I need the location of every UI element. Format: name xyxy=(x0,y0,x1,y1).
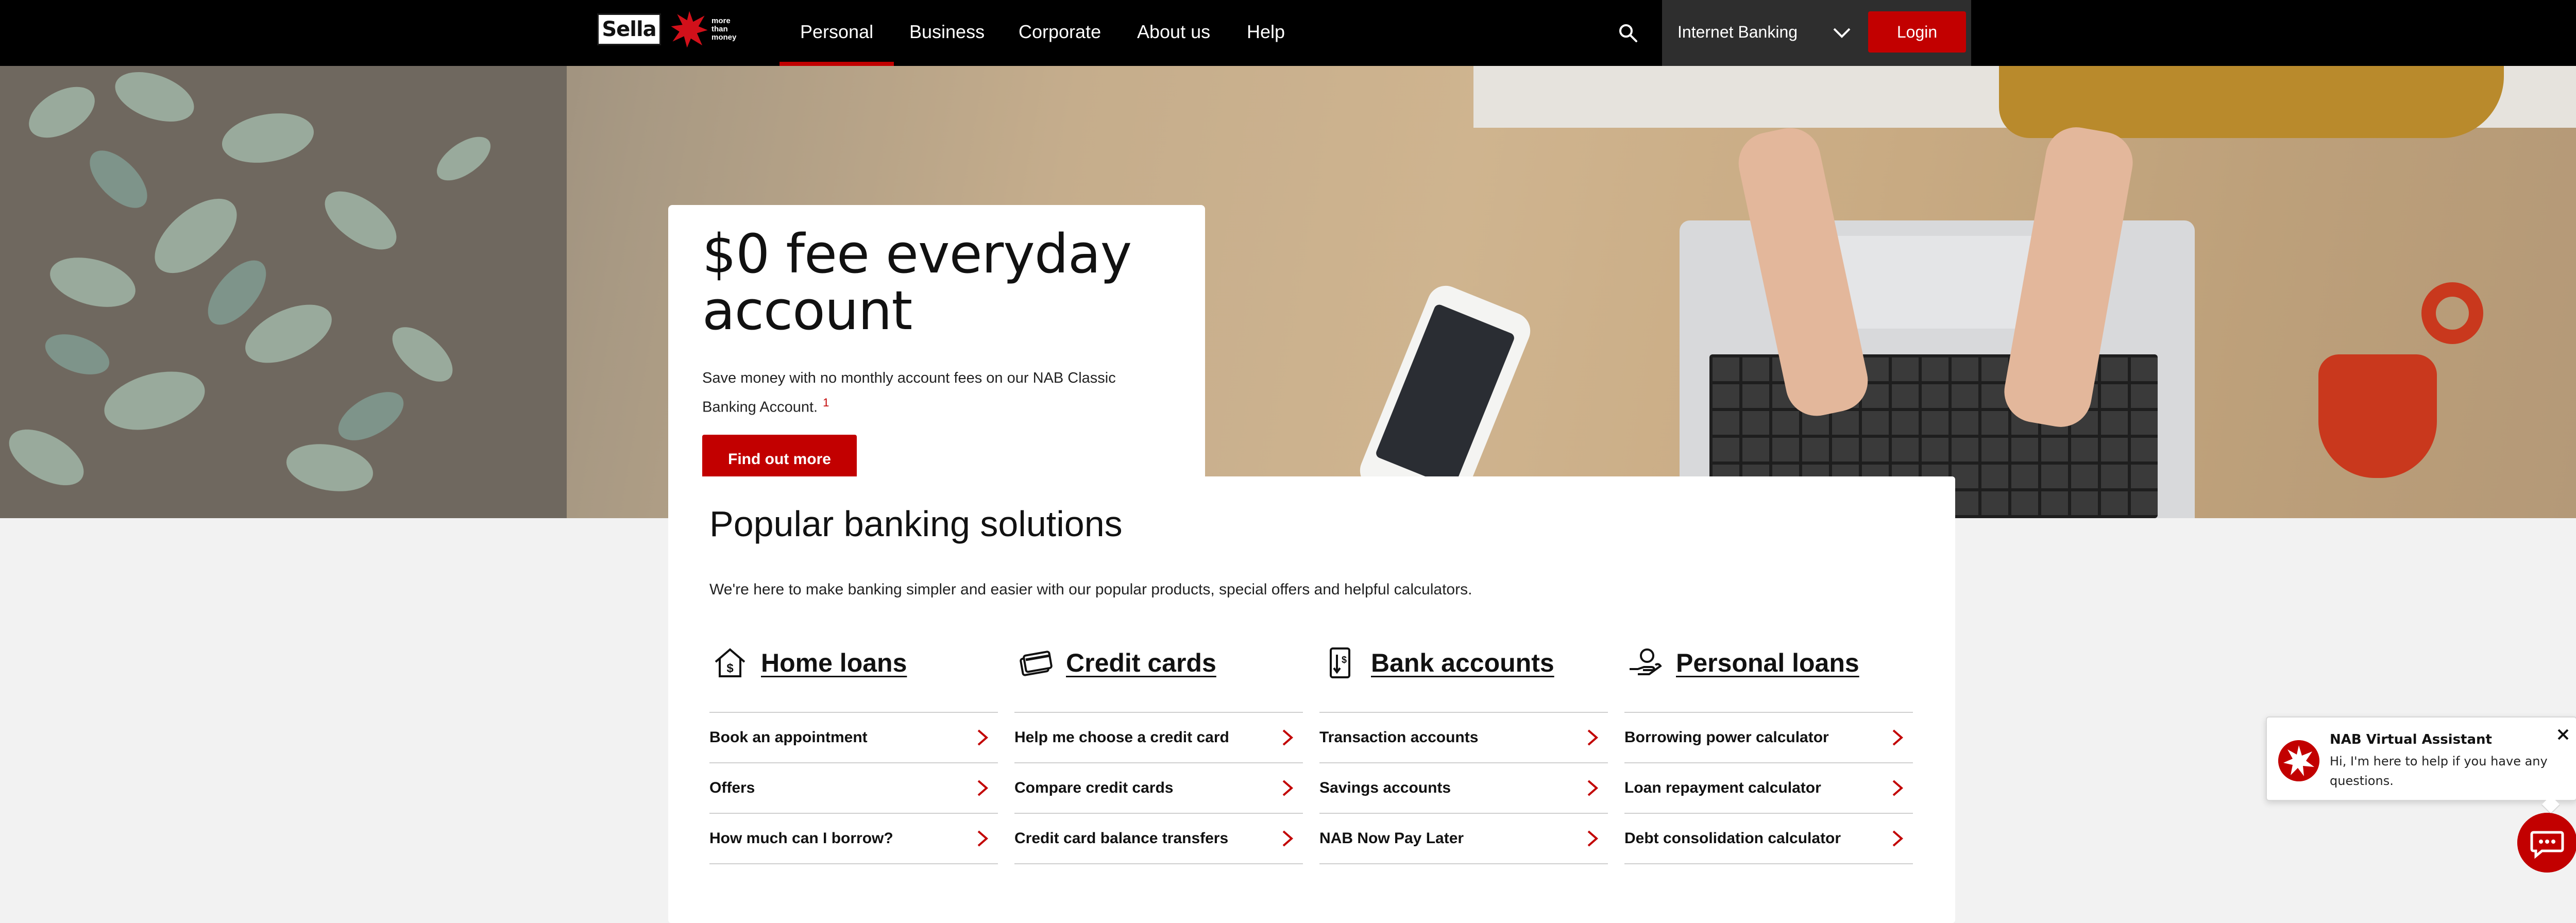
link-label: Loan repayment calculator xyxy=(1624,779,1821,796)
chevron-right-icon xyxy=(1587,729,1599,746)
svg-text:$: $ xyxy=(726,661,734,675)
promo-card: $0 fee everyday account Save money with … xyxy=(668,205,1205,510)
login-button[interactable]: Login xyxy=(1868,11,1966,53)
chevron-right-icon xyxy=(1587,780,1599,796)
link-label: Compare credit cards xyxy=(1014,779,1174,796)
bank-transfer-icon: $ xyxy=(1330,647,1350,678)
list-item[interactable]: Borrowing power calculator xyxy=(1624,713,1913,763)
chevron-right-icon xyxy=(1587,830,1599,847)
star-logo-icon xyxy=(671,11,708,48)
svg-text:$: $ xyxy=(1342,655,1347,665)
list-item[interactable]: Offers xyxy=(709,763,998,814)
list-item[interactable]: How much can I borrow? xyxy=(709,814,998,864)
credit-card-icon xyxy=(1020,651,1053,676)
link-label: Savings accounts xyxy=(1319,779,1451,796)
column-personal-loans: Personal loans Borrowing power calculato… xyxy=(1624,635,1913,864)
nav-personal[interactable]: Personal xyxy=(779,0,894,66)
list-item[interactable]: Debt consolidation calculator xyxy=(1624,814,1913,864)
search-icon[interactable] xyxy=(1618,23,1638,43)
list-item[interactable]: NAB Now Pay Later xyxy=(1319,814,1608,864)
close-icon[interactable] xyxy=(2555,727,2571,742)
chevron-right-icon xyxy=(977,729,989,746)
nav-business[interactable]: Business xyxy=(909,0,985,66)
virtual-assistant-popup: NAB Virtual Assistant Hi, I'm here to he… xyxy=(2266,716,2576,801)
section-intro: We're here to make banking simpler and e… xyxy=(709,581,1472,598)
list-item[interactable]: Savings accounts xyxy=(1319,763,1608,814)
chevron-right-icon xyxy=(1282,780,1294,796)
chevron-right-icon xyxy=(1282,830,1294,847)
list-item[interactable]: Book an appointment xyxy=(709,713,998,763)
chevron-right-icon xyxy=(1282,729,1294,746)
link-label: Debt consolidation calculator xyxy=(1624,830,1841,847)
internet-banking-dropdown[interactable]: Internet Banking xyxy=(1677,0,1798,64)
hand-coin-icon xyxy=(1630,648,1662,675)
nav-about-us[interactable]: About us xyxy=(1137,0,1210,66)
bank-accounts-link[interactable]: Bank accounts xyxy=(1371,648,1554,678)
chevron-down-icon[interactable] xyxy=(1832,26,1852,40)
column-credit-cards: Credit cards Help me choose a credit car… xyxy=(1014,635,1303,864)
list-item[interactable]: Loan repayment calculator xyxy=(1624,763,1913,814)
link-label: How much can I borrow? xyxy=(709,830,893,847)
link-label: Credit card balance transfers xyxy=(1014,830,1229,847)
link-label: NAB Now Pay Later xyxy=(1319,830,1464,847)
hero-banner: $0 fee everyday account Save money with … xyxy=(0,66,2576,518)
home-loans-link[interactable]: Home loans xyxy=(761,648,907,678)
internet-banking-bar: Internet Banking Login xyxy=(1662,0,1971,66)
chevron-right-icon xyxy=(977,780,989,796)
house-dollar-icon: $ xyxy=(715,648,745,677)
brand-tagline: more than money xyxy=(711,16,737,42)
promo-title: $0 fee everyday account xyxy=(702,223,1132,342)
chevron-right-icon xyxy=(1892,729,1904,746)
chevron-right-icon xyxy=(1892,780,1904,796)
section-title: Popular banking solutions xyxy=(709,504,1123,544)
link-label: Book an appointment xyxy=(709,729,868,746)
link-label: Transaction accounts xyxy=(1319,729,1479,746)
list-item[interactable]: Compare credit cards xyxy=(1014,763,1303,814)
red-mug-image xyxy=(2318,354,2437,478)
sella-logo: Sella xyxy=(597,13,661,45)
assistant-title: NAB Virtual Assistant xyxy=(2330,732,2492,747)
eucalyptus-plant-image xyxy=(0,66,567,518)
credit-cards-link[interactable]: Credit cards xyxy=(1066,648,1216,678)
popular-solutions-panel: Popular banking solutions We're here to … xyxy=(668,476,1955,923)
assistant-message: Hi, I'm here to help if you have any que… xyxy=(2330,754,2548,788)
link-label: Offers xyxy=(709,779,755,796)
link-label: Help me choose a credit card xyxy=(1014,729,1229,746)
brand-logo[interactable]: Sella more than money xyxy=(597,10,748,48)
chevron-right-icon xyxy=(977,830,989,847)
list-item[interactable]: Credit card balance transfers xyxy=(1014,814,1303,864)
chat-launcher-button[interactable] xyxy=(2517,813,2576,873)
mug-handle xyxy=(2421,282,2483,344)
top-navigation: Sella more than money Personal Business … xyxy=(0,0,2576,66)
link-label: Borrowing power calculator xyxy=(1624,729,1829,746)
list-item[interactable]: Transaction accounts xyxy=(1319,713,1608,763)
promo-body: Save money with no monthly account fees … xyxy=(702,370,1116,416)
list-item[interactable]: Help me choose a credit card xyxy=(1014,713,1303,763)
nav-help[interactable]: Help xyxy=(1247,0,1285,66)
personal-loans-link[interactable]: Personal loans xyxy=(1676,648,1859,678)
footnote-link[interactable]: 1 xyxy=(823,396,829,409)
promo-description: Save money with no monthly account fees … xyxy=(702,366,1156,420)
nav-corporate[interactable]: Corporate xyxy=(1019,0,1101,66)
chevron-right-icon xyxy=(1892,830,1904,847)
column-bank-accounts: $ Bank accounts Transaction accounts Sav… xyxy=(1319,635,1608,864)
assistant-avatar xyxy=(2278,740,2319,781)
column-home-loans: $ Home loans Book an appointment Offers … xyxy=(709,635,998,864)
